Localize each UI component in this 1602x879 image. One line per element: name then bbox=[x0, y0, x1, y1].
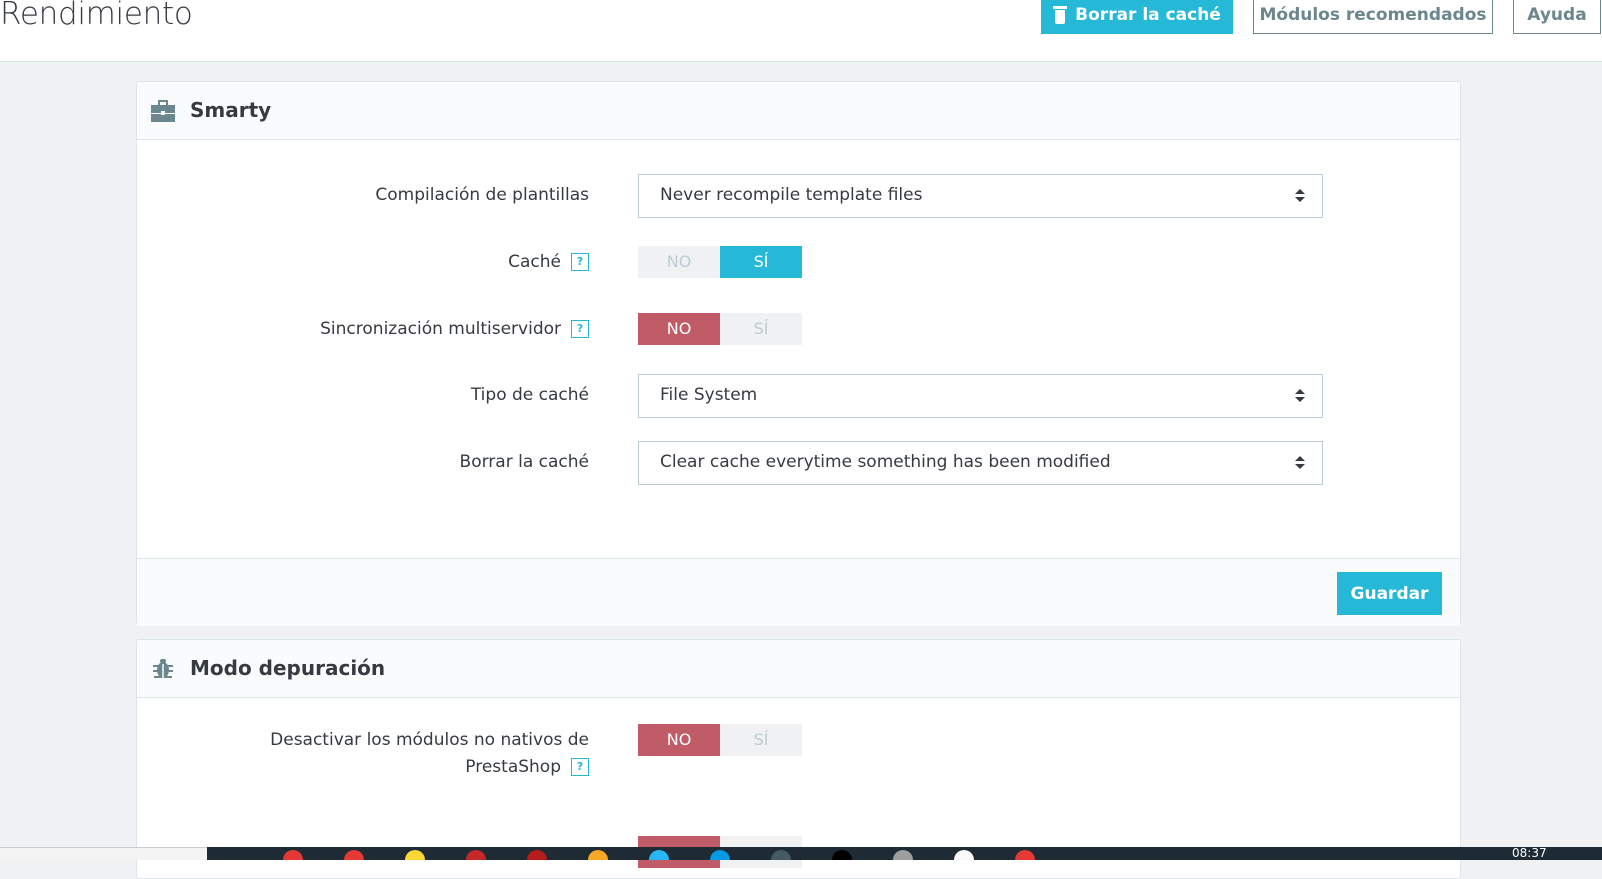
disable-non-native-label-line1: Desactivar los módulos no nativos de bbox=[270, 730, 589, 750]
multi-front-label-row: Sincronización multiservidor? bbox=[237, 316, 589, 343]
help-icon[interactable]: ? bbox=[571, 320, 589, 338]
clear-cache-value: Clear cache everytime something has been… bbox=[660, 452, 1111, 472]
briefcase-icon bbox=[151, 100, 175, 122]
cache-switch[interactable]: NO SÍ bbox=[638, 246, 802, 278]
multi-front-yes-option[interactable]: SÍ bbox=[720, 313, 802, 345]
disable-non-native-label-line2: PrestaShop bbox=[465, 757, 561, 777]
cache-label-row: Caché? bbox=[237, 249, 589, 276]
taskbar-left-area bbox=[0, 847, 207, 860]
clear-cache-option-label: Borrar la caché bbox=[459, 452, 589, 472]
taskbar-app-icon[interactable] bbox=[649, 850, 669, 860]
taskbar-clock: 08:37 bbox=[1512, 846, 1547, 860]
select-arrows-icon bbox=[1295, 389, 1305, 403]
help-button[interactable]: Ayuda bbox=[1513, 0, 1601, 34]
taskbar-app-icon[interactable] bbox=[283, 850, 303, 860]
select-arrows-icon bbox=[1295, 456, 1305, 470]
taskbar-app-icon[interactable] bbox=[588, 850, 608, 860]
template-compilation-label: Compilación de plantillas bbox=[375, 185, 589, 205]
clear-cache-select[interactable]: Clear cache everytime something has been… bbox=[638, 441, 1323, 485]
template-compilation-value: Never recompile template files bbox=[660, 185, 923, 205]
taskbar-app-icon[interactable] bbox=[344, 850, 364, 860]
taskbar-app-icon[interactable] bbox=[710, 850, 730, 860]
cache-type-label: Tipo de caché bbox=[470, 385, 589, 405]
cache-type-select[interactable]: File System bbox=[638, 374, 1323, 418]
help-icon[interactable]: ? bbox=[571, 758, 589, 776]
trash-icon bbox=[1053, 6, 1068, 24]
select-arrows-icon bbox=[1295, 189, 1305, 203]
taskbar-app-icon[interactable] bbox=[893, 850, 913, 860]
debug-panel: Modo depuración Desactivar los módulos n… bbox=[136, 639, 1461, 879]
template-compilation-select[interactable]: Never recompile template files bbox=[638, 174, 1323, 218]
taskbar-app-icon[interactable] bbox=[771, 850, 791, 860]
disable-non-native-no-option[interactable]: NO bbox=[638, 724, 720, 756]
taskbar-app-icon[interactable] bbox=[405, 850, 425, 860]
multi-front-label: Sincronización multiservidor bbox=[320, 319, 561, 339]
taskbar-app-icon[interactable] bbox=[466, 850, 486, 860]
clear-cache-label: Borrar la caché bbox=[1075, 5, 1221, 25]
smarty-panel-title: Smarty bbox=[190, 98, 272, 122]
taskbar-app-icon[interactable] bbox=[527, 850, 547, 860]
clear-cache-button[interactable]: Borrar la caché bbox=[1041, 0, 1233, 34]
taskbar-app-icon[interactable] bbox=[954, 850, 974, 860]
disable-non-native-yes-option[interactable]: SÍ bbox=[720, 724, 802, 756]
smarty-panel: Smarty Compilación de plantillas Never r… bbox=[136, 81, 1461, 626]
disable-non-native-label-row: Desactivar los módulos no nativos de Pre… bbox=[237, 727, 589, 781]
cache-label: Caché bbox=[508, 252, 561, 272]
taskbar-app-icon[interactable] bbox=[832, 850, 852, 860]
taskbar: 08:37 bbox=[207, 846, 1602, 860]
smarty-panel-header: Smarty bbox=[137, 82, 1460, 140]
multi-front-switch[interactable]: NO SÍ bbox=[638, 313, 802, 345]
cache-type-value: File System bbox=[660, 385, 758, 405]
taskbar-app-icon[interactable] bbox=[1015, 850, 1035, 860]
recommended-modules-button[interactable]: Módulos recomendados bbox=[1253, 0, 1493, 34]
page-header: Rendimiento Borrar la caché Módulos reco… bbox=[0, 0, 1602, 62]
help-icon[interactable]: ? bbox=[571, 253, 589, 271]
debug-panel-header: Modo depuración bbox=[137, 640, 1460, 698]
cache-yes-option[interactable]: SÍ bbox=[720, 246, 802, 278]
cache-no-option[interactable]: NO bbox=[638, 246, 720, 278]
debug-panel-title: Modo depuración bbox=[190, 656, 386, 680]
disable-non-native-switch[interactable]: NO SÍ bbox=[638, 724, 802, 756]
save-button[interactable]: Guardar bbox=[1337, 572, 1442, 615]
page-title: Rendimiento bbox=[0, 0, 193, 32]
multi-front-no-option[interactable]: NO bbox=[638, 313, 720, 345]
smarty-panel-footer: Guardar bbox=[137, 558, 1460, 626]
bug-icon bbox=[153, 659, 173, 678]
